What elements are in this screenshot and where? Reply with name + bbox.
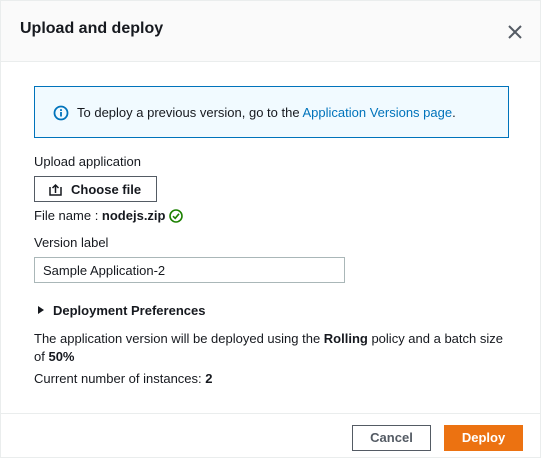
dialog-title: Upload and deploy (20, 20, 164, 37)
deployment-preferences-label: Deployment Preferences (53, 303, 206, 318)
info-alert: To deploy a previous version, go to the … (34, 86, 509, 138)
file-name-row: File name : nodejs.zip (34, 208, 184, 223)
instances-text: Current number of instances: 2 (34, 371, 212, 386)
version-label-input[interactable] (34, 257, 345, 283)
check-circle-icon (169, 209, 184, 223)
file-name-value: nodejs.zip (101, 208, 166, 223)
instances-label: Current number of instances: (34, 371, 206, 386)
policy-prefix: The application version will be deployed… (34, 331, 324, 346)
choose-file-button[interactable]: Choose file (34, 176, 157, 202)
info-text: To deploy a previous version, go to the … (77, 105, 456, 120)
choose-file-label: Choose file (71, 182, 142, 197)
close-icon (508, 25, 522, 39)
info-icon (53, 105, 69, 121)
info-suffix: . (452, 105, 456, 120)
instances-count: 2 (205, 371, 213, 386)
close-button[interactable] (505, 22, 525, 42)
dialog-footer: Cancel Deploy (1, 413, 540, 458)
deploy-button[interactable]: Deploy (444, 425, 523, 451)
upload-icon (49, 183, 62, 196)
application-versions-link[interactable]: Application Versions page (302, 105, 452, 120)
batch-size: 50% (48, 349, 75, 364)
caret-right-icon (38, 306, 44, 314)
deployment-policy-text: The application version will be deployed… (34, 330, 509, 366)
cancel-button[interactable]: Cancel (352, 425, 431, 451)
upload-deploy-dialog: Upload and deploy To deploy a previous v… (0, 0, 541, 458)
upload-application-label: Upload application (34, 154, 141, 169)
info-message: To deploy a previous version, go to the (77, 105, 303, 120)
file-name-label: File name : (34, 208, 102, 223)
deployment-preferences-toggle[interactable]: Deployment Preferences (38, 303, 205, 318)
policy-name: Rolling (323, 331, 368, 346)
version-label-heading: Version label (34, 235, 109, 250)
dialog-header: Upload and deploy (1, 1, 540, 62)
